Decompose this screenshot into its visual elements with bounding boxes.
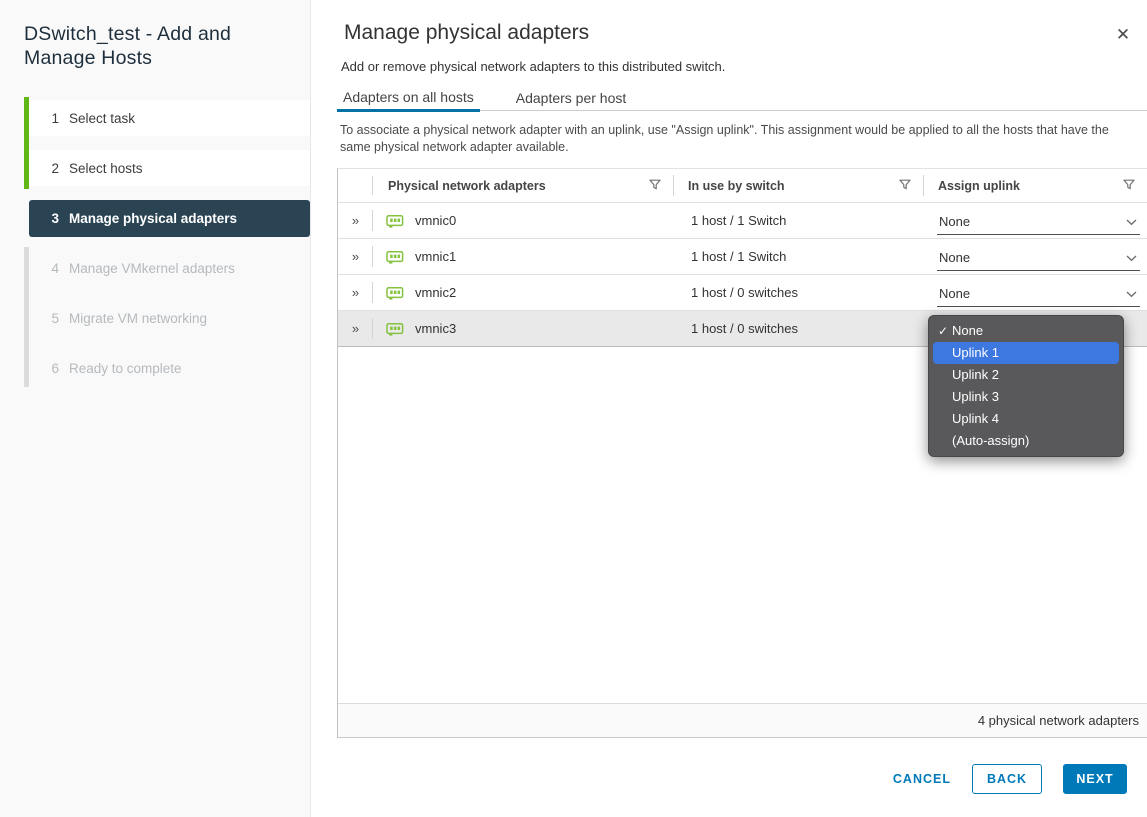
step-select-task[interactable]: 1 Select task bbox=[29, 100, 310, 136]
dropdown-option-auto-assign[interactable]: (Auto-assign) bbox=[933, 430, 1119, 452]
grid-footer: 4 physical network adapters bbox=[338, 703, 1147, 738]
chevron-down-icon bbox=[1126, 250, 1137, 265]
instruction-note: To associate a physical network adapter … bbox=[340, 122, 1140, 155]
dropdown-option-label: Uplink 2 bbox=[952, 367, 999, 382]
column-label: In use by switch bbox=[688, 179, 785, 193]
step-label: Select task bbox=[69, 111, 135, 126]
step-number: 2 bbox=[47, 161, 59, 176]
expand-row-icon[interactable]: » bbox=[338, 239, 373, 274]
wizard-actions: CANCEL BACK NEXT bbox=[893, 764, 1127, 794]
selected-uplink-value: None bbox=[939, 250, 970, 265]
column-header-assign-uplink[interactable]: Assign uplink bbox=[923, 169, 1147, 202]
dropdown-option-label: Uplink 3 bbox=[952, 389, 999, 404]
expand-row-icon[interactable]: » bbox=[338, 203, 373, 238]
chevron-down-icon bbox=[1126, 214, 1137, 229]
wizard-sidebar: DSwitch_test - Add and Manage Hosts 1 Se… bbox=[0, 0, 311, 817]
tab-bar: Adapters on all hosts Adapters per host bbox=[337, 85, 1147, 111]
dropdown-option-label: Uplink 4 bbox=[952, 411, 999, 426]
assign-uplink-select[interactable]: None bbox=[937, 210, 1140, 235]
dropdown-option-uplink-3[interactable]: Uplink 3 bbox=[933, 386, 1119, 408]
chevron-down-icon bbox=[1126, 286, 1137, 301]
table-row-vmnic2: » vmnic2 1 host / 0 switches None bbox=[338, 275, 1147, 311]
expand-column-header bbox=[338, 169, 373, 202]
cancel-button[interactable]: CANCEL bbox=[893, 772, 951, 786]
nic-adapter-icon bbox=[386, 286, 404, 300]
step-select-hosts[interactable]: 2 Select hosts bbox=[29, 150, 310, 186]
step-label: Ready to complete bbox=[69, 361, 182, 376]
column-header-physical-network-adapters[interactable]: Physical network adapters bbox=[373, 169, 673, 202]
expand-row-icon[interactable]: » bbox=[338, 311, 373, 346]
step-label: Manage VMkernel adapters bbox=[69, 261, 235, 276]
table-row-vmnic0: » vmnic0 1 host / 1 Switch None bbox=[338, 203, 1147, 239]
tab-adapters-on-all-hosts[interactable]: Adapters on all hosts bbox=[337, 85, 480, 112]
step-manage-vmkernel-adapters: 4 Manage VMkernel adapters bbox=[29, 250, 310, 286]
step-label: Manage physical adapters bbox=[69, 211, 237, 226]
assign-uplink-select[interactable]: None bbox=[937, 282, 1140, 307]
nic-adapter-icon bbox=[386, 250, 404, 264]
dropdown-option-uplink-1[interactable]: Uplink 1 bbox=[933, 342, 1119, 364]
step-number: 5 bbox=[47, 311, 59, 326]
nic-adapter-icon bbox=[386, 322, 404, 336]
page-subtitle: Add or remove physical network adapters … bbox=[341, 59, 725, 74]
column-label: Physical network adapters bbox=[388, 179, 546, 193]
dropdown-option-label: (Auto-assign) bbox=[952, 433, 1029, 448]
filter-icon[interactable] bbox=[899, 179, 911, 193]
step-label: Select hosts bbox=[69, 161, 143, 176]
adapter-count: 4 physical network adapters bbox=[978, 713, 1139, 728]
assign-uplink-select[interactable]: None bbox=[937, 246, 1140, 271]
tab-adapters-per-host[interactable]: Adapters per host bbox=[510, 85, 633, 110]
step-number: 3 bbox=[47, 211, 59, 226]
step-number: 6 bbox=[47, 361, 59, 376]
step-number: 1 bbox=[47, 111, 59, 126]
page-title: Manage physical adapters bbox=[344, 21, 589, 45]
uplink-dropdown-menu: ✓ None Uplink 1 Uplink 2 Uplink 3 Uplink… bbox=[928, 315, 1124, 457]
column-header-in-use-by-switch[interactable]: In use by switch bbox=[673, 169, 923, 202]
dropdown-option-uplink-4[interactable]: Uplink 4 bbox=[933, 408, 1119, 430]
wizard-title: DSwitch_test - Add and Manage Hosts bbox=[24, 22, 282, 70]
dropdown-option-label: Uplink 1 bbox=[952, 345, 999, 360]
nic-adapter-icon bbox=[386, 214, 404, 228]
expand-row-icon[interactable]: » bbox=[338, 275, 373, 310]
in-use-value: 1 host / 1 Switch bbox=[673, 239, 923, 274]
step-ready-to-complete: 6 Ready to complete bbox=[29, 350, 310, 386]
filter-icon[interactable] bbox=[649, 179, 661, 193]
step-label: Migrate VM networking bbox=[69, 311, 207, 326]
adapter-name: vmnic1 bbox=[415, 249, 456, 264]
in-use-value: 1 host / 1 Switch bbox=[673, 203, 923, 238]
wizard-content-pane: ✕ Manage physical adapters Add or remove… bbox=[312, 0, 1147, 817]
adapter-name: vmnic3 bbox=[415, 321, 456, 336]
column-label: Assign uplink bbox=[938, 179, 1020, 193]
in-use-value: 1 host / 0 switches bbox=[673, 275, 923, 310]
adapter-name: vmnic2 bbox=[415, 285, 456, 300]
adapter-name: vmnic0 bbox=[415, 213, 456, 228]
back-button[interactable]: BACK bbox=[972, 764, 1042, 794]
filter-icon[interactable] bbox=[1123, 179, 1135, 193]
next-button[interactable]: NEXT bbox=[1063, 764, 1127, 794]
dropdown-option-none[interactable]: ✓ None bbox=[933, 320, 1119, 342]
step-manage-physical-adapters-active[interactable]: 3 Manage physical adapters bbox=[29, 200, 310, 237]
dropdown-option-label: None bbox=[952, 323, 983, 338]
step-migrate-vm-networking: 5 Migrate VM networking bbox=[29, 300, 310, 336]
step-number: 4 bbox=[47, 261, 59, 276]
in-use-value: 1 host / 0 switches bbox=[673, 311, 923, 346]
close-icon[interactable]: ✕ bbox=[1113, 25, 1133, 45]
check-icon: ✓ bbox=[938, 320, 948, 342]
dropdown-option-uplink-2[interactable]: Uplink 2 bbox=[933, 364, 1119, 386]
selected-uplink-value: None bbox=[939, 286, 970, 301]
grid-header-row: Physical network adapters In use by swit… bbox=[338, 169, 1147, 203]
table-row-vmnic1: » vmnic1 1 host / 1 Switch None bbox=[338, 239, 1147, 275]
selected-uplink-value: None bbox=[939, 214, 970, 229]
